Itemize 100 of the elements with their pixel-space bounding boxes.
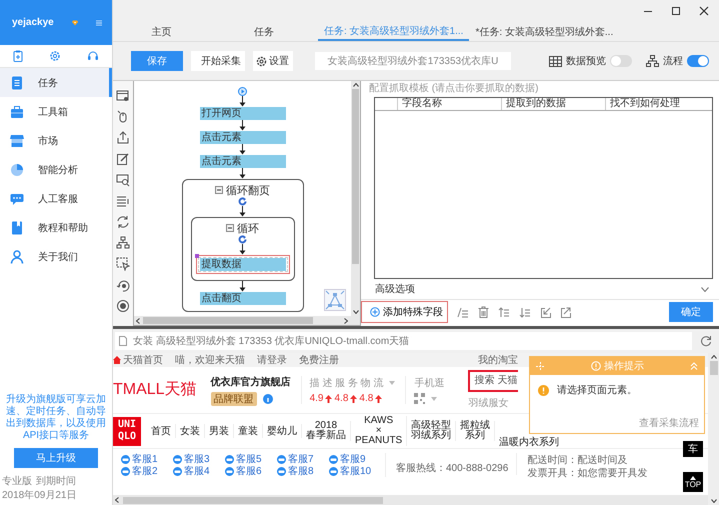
service-link[interactable]: 客服3	[173, 453, 225, 465]
cart-button[interactable]: 车	[683, 441, 703, 457]
export-icon[interactable]	[560, 306, 571, 318]
nav-link[interactable]: 女装	[176, 424, 205, 438]
horizontal-scrollbar[interactable]	[113, 495, 708, 505]
refresh-icon[interactable]	[116, 215, 130, 229]
info-dot-icon	[262, 394, 273, 404]
list-icon[interactable]	[116, 194, 130, 208]
service-link[interactable]: 客服7	[277, 453, 329, 465]
store-name[interactable]: 优衣库官方旗舰店	[210, 374, 291, 388]
flow-step[interactable]: 点击翻页	[200, 292, 286, 305]
import-icon[interactable]	[540, 306, 551, 318]
upload-icon[interactable]	[116, 131, 130, 145]
nav-link[interactable]: 男装	[205, 424, 234, 438]
pencil-list-icon[interactable]	[457, 306, 469, 318]
tab[interactable]: 任务	[210, 22, 318, 41]
top-link[interactable]: 喵，欢迎来天猫	[175, 353, 245, 367]
sidebar-item[interactable]: 智能分析	[0, 155, 112, 184]
horizontal-scrollbar[interactable]	[134, 316, 351, 325]
nav-link[interactable]: 首页	[147, 424, 176, 438]
loop-box[interactable]: 循环 提取数据	[190, 217, 294, 281]
sidebar-item[interactable]: 教程和帮助	[0, 213, 112, 242]
close-icon[interactable]	[699, 6, 709, 16]
flow-step[interactable]: 点击元素	[200, 155, 286, 168]
record-icon[interactable]	[116, 299, 130, 313]
nav-link[interactable]: 童装	[234, 424, 263, 438]
trash-icon[interactable]	[478, 306, 489, 318]
caret-down-icon	[431, 396, 438, 400]
collapse-up-icon[interactable]	[690, 362, 698, 370]
person-icon	[10, 250, 24, 264]
loop-box[interactable]: 循环翻页 循环 提取数据 点击翻页	[182, 179, 304, 312]
sidebar-item[interactable]: 工具箱	[0, 97, 112, 126]
sidebar-item[interactable]: 人工客服	[0, 184, 112, 213]
url-field[interactable]: 女装高级轻型羽绒外套173353优衣库U	[315, 52, 511, 70]
settings-button[interactable]: 设置	[253, 51, 293, 71]
service-link[interactable]: 客服1	[121, 453, 173, 465]
scrollbar-thumb[interactable]	[123, 496, 383, 504]
handle-icon[interactable]	[194, 254, 198, 258]
headset-icon[interactable]	[87, 50, 99, 62]
service-link[interactable]: 客服2	[121, 465, 173, 477]
move-down-icon[interactable]	[519, 306, 531, 318]
nav-link[interactable]: KAWS × PEANUTS	[351, 416, 408, 446]
tab[interactable]: 主页	[113, 22, 210, 41]
search-field[interactable]: 搜索 天猫	[468, 370, 518, 392]
toggle-switch[interactable]	[687, 55, 709, 67]
site-logo[interactable]: TMALL天猫	[113, 380, 201, 400]
flow-step[interactable]: 点击元素	[200, 131, 286, 144]
scrollbar-thumb[interactable]	[352, 89, 359, 264]
window-icon[interactable]	[116, 89, 130, 103]
service-link[interactable]: 客服5	[225, 453, 277, 465]
flow-step[interactable]: 打开网页	[200, 107, 286, 120]
popup-message: 请选择页面元素。	[557, 384, 637, 397]
service-link[interactable]: 客服6	[225, 465, 277, 477]
hierarchy-icon[interactable]	[116, 236, 130, 250]
collapse-icon[interactable]	[226, 224, 234, 232]
reload-icon[interactable]	[700, 335, 712, 347]
minimap-icon[interactable]	[324, 289, 346, 311]
menu-icon[interactable]	[96, 18, 102, 28]
toggle-switch[interactable]	[610, 55, 632, 67]
flow-step[interactable]: 提取数据	[200, 258, 286, 271]
edit-icon[interactable]	[116, 152, 130, 166]
service-link[interactable]: 客服10	[329, 465, 381, 477]
move-icon[interactable]	[536, 362, 545, 370]
home-link[interactable]: 天猫首页	[113, 353, 163, 367]
tab[interactable]: *任务: 女装高级轻型羽绒外套...	[469, 22, 620, 41]
sidebar-item[interactable]: 关于我们	[0, 242, 112, 271]
scrollbar-thumb[interactable]	[710, 361, 718, 375]
search-icon[interactable]	[116, 173, 130, 187]
advanced-options-row[interactable]: 高级选项	[361, 279, 719, 300]
maximize-icon[interactable]	[671, 6, 681, 16]
clipboard-plus-icon[interactable]	[13, 50, 23, 62]
service-avatar-icon	[277, 466, 286, 476]
back-to-top-button[interactable]: TOP	[683, 472, 703, 492]
start-button[interactable]: 开始采集	[191, 51, 245, 71]
brand-logo[interactable]: UNI QLO	[113, 416, 141, 446]
move-up-icon[interactable]	[498, 306, 510, 318]
vertical-scrollbar[interactable]	[708, 353, 719, 505]
top-link[interactable]: 请登录	[257, 353, 287, 367]
top-link[interactable]: 免费注册	[299, 353, 339, 367]
vertical-scrollbar[interactable]	[351, 81, 360, 316]
nav-link[interactable]: 2018 春季新品	[302, 421, 351, 441]
sidebar-item[interactable]: 任务	[0, 68, 112, 97]
cursor-icon[interactable]	[116, 257, 130, 271]
scrollbar-thumb[interactable]	[143, 317, 313, 324]
add-field-button[interactable]: 添加特殊字段	[361, 301, 448, 323]
address-field[interactable]: 女装 高级轻型羽绒外套 173353 优衣库UNIQLO-tmall.com天猫	[115, 332, 692, 350]
service-link[interactable]: 客服9	[329, 453, 381, 465]
sidebar-item[interactable]: 市场	[0, 126, 112, 155]
settings-icon[interactable]	[49, 50, 61, 62]
nav-link[interactable]: 摇粒绒 系列	[456, 421, 496, 441]
top-link[interactable]: 我的淘宝	[478, 353, 518, 367]
loop-icon[interactable]	[116, 278, 130, 292]
settings-icon	[256, 56, 267, 66]
nav-link[interactable]: 温暖内衣系列	[495, 437, 564, 448]
nav-link[interactable]: 高级轻型 羽绒系列	[407, 421, 456, 441]
collapse-icon[interactable]	[215, 186, 223, 194]
nav-link[interactable]: 婴幼儿	[263, 424, 302, 438]
qr-code-icon[interactable]	[414, 393, 426, 404]
service-link[interactable]: 客服4	[173, 465, 225, 477]
service-link[interactable]: 客服8	[277, 465, 329, 477]
